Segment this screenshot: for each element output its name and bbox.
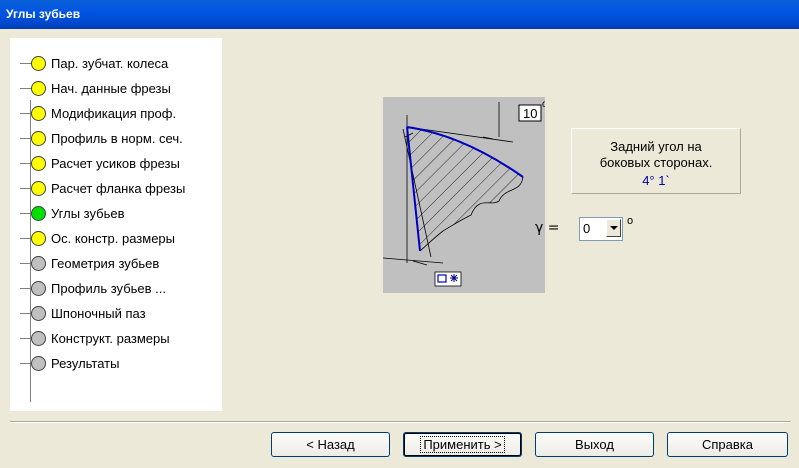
tree-item-label: Ос. констр. размеры [51,231,176,246]
window-title: Углы зубьев [6,7,81,21]
tooth-angle-drawing: 10 o [382,97,548,293]
tree-item[interactable]: Нач. данные фрезы [20,79,220,99]
tree-item[interactable]: Пар. зубчат. колеса [20,54,220,74]
tree-item-label: Профиль зубьев ... [51,281,166,296]
tree-item[interactable]: Ос. констр. размеры [20,229,220,249]
tree-item-label: Углы зубьев [51,206,125,221]
angle-degree-mark: o [542,99,545,110]
gamma-unit: o [627,215,634,227]
status-indicator-icon [31,81,46,96]
status-indicator-icon [31,181,46,196]
tree-item[interactable]: Модификация проф. [20,104,220,124]
tree-item[interactable]: Углы зубьев [20,204,220,224]
title-bar: Углы зубьев [0,0,799,29]
tree-item-label: Расчет усиков фрезы [51,156,180,171]
status-indicator-icon [31,281,46,296]
tree-item-label: Расчет фланка фрезы [51,181,186,196]
separator-highlight [10,422,791,423]
tree-item-label: Геометрия зубьев [51,256,160,271]
tree-item-label: Результаты [51,356,120,371]
tooth-profile-diagram: 10 o [382,99,548,287]
apply-button[interactable]: Применить > [403,432,522,457]
tree-item-label: Шпоночный паз [51,306,146,321]
tree-item-label: Конструкт. размеры [51,331,170,346]
status-indicator-icon [31,256,46,271]
tree-item-label: Профиль в норм. сеч. [51,131,183,146]
angle-value-label: 10 [523,106,537,121]
tree-item[interactable]: Геометрия зубьев [20,254,220,274]
gamma-select[interactable]: 0 [579,217,623,241]
navigation-tree: Пар. зубчат. колеса Нач. данные фрезы Моди… [10,38,222,411]
status-indicator-icon [31,331,46,346]
tree-item[interactable]: Шпоночный паз [20,304,220,324]
chevron-down-icon[interactable] [606,219,621,237]
tree-item[interactable]: Профиль зубьев ... [20,279,220,299]
tree-item[interactable]: Расчет усиков фрезы [20,154,220,174]
tree-item[interactable]: Конструкт. размеры [20,329,220,349]
roughness-symbol-icon [450,274,458,282]
gamma-select-value: 0 [583,221,591,236]
gamma-label: γ = [535,220,560,236]
status-indicator-icon [31,156,46,171]
tree-item[interactable]: Расчет фланка фрезы [20,179,220,199]
status-indicator-icon [31,356,46,371]
info-line-1: Задний угол на [610,139,702,154]
info-line-2: боковых сторонах. [599,155,713,170]
tree-item-label: Нач. данные фрезы [51,81,171,96]
info-panel: Задний угол на боковых сторонах. 4° 1` [571,128,741,194]
exit-button[interactable]: Выход [535,432,654,457]
tree-item[interactable]: Профиль в норм. сеч. [20,129,220,149]
tree-item[interactable]: Результаты [20,354,220,374]
status-indicator-icon [31,206,46,221]
status-indicator-icon [31,306,46,321]
status-indicator-icon [31,106,46,121]
status-indicator-icon [31,131,46,146]
help-button[interactable]: Справка [667,432,788,457]
tree-item-label: Пар. зубчат. колеса [51,56,169,71]
status-indicator-icon [31,56,46,71]
info-value: 4° 1` [642,173,670,188]
back-button[interactable]: < Назад [271,432,390,457]
tree-item-label: Модификация проф. [51,106,177,121]
status-indicator-icon [31,231,46,246]
